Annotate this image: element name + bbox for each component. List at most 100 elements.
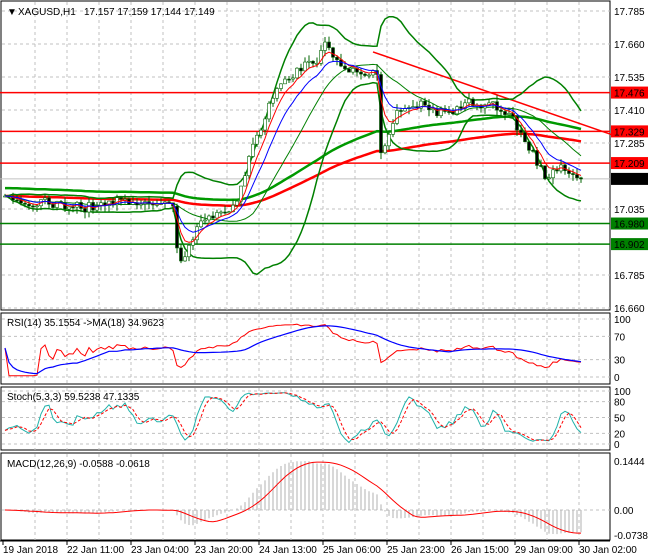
- candle-body: [235, 200, 239, 206]
- ma-long-red: [5, 132, 582, 207]
- candle-body: [263, 118, 267, 131]
- candle-body: [563, 164, 567, 171]
- price-panel: [0, 15, 614, 276]
- candle-body: [531, 150, 535, 152]
- ma-slow: [4, 60, 582, 233]
- rsi-tick-label: 70: [614, 332, 626, 343]
- candle-body: [535, 150, 539, 166]
- candle-body: [343, 65, 347, 70]
- candle-body: [579, 177, 583, 180]
- candle-body: [383, 145, 387, 154]
- candle-body: [295, 67, 299, 79]
- time-tick-label: 19 Jan 2018: [3, 545, 58, 556]
- candle-body: [187, 244, 191, 258]
- candle-body: [83, 208, 87, 213]
- candle-body: [123, 198, 127, 201]
- candle-body: [303, 61, 307, 72]
- price-panel-frame: [0, 0, 611, 311]
- candle-body: [183, 256, 187, 262]
- candle-body: [555, 169, 559, 172]
- price-level-tag-label: 17.209: [614, 159, 645, 170]
- candle-body: [459, 106, 463, 109]
- candle-body: [395, 110, 399, 124]
- macd-title: MACD(12,26,9) -0.0588 -0.0618: [7, 459, 150, 470]
- candle-body: [67, 206, 71, 210]
- rsi-tick-label: 100: [614, 315, 631, 326]
- candle-body: [523, 132, 527, 143]
- stoch-title: Stoch(5,3,3) 59.5238 47.1335: [7, 392, 140, 403]
- time-tick-label: 26 Jan 15:00: [451, 545, 509, 556]
- candle-body: [327, 41, 331, 49]
- trading-chart-window: 17.785 17.660 17.535 17.410 17.285 17.035 16.7…: [0, 0, 650, 560]
- price-tick-label: 16.785: [614, 271, 645, 282]
- candle-body: [247, 156, 251, 177]
- stoch-tick-label: 20: [614, 429, 626, 440]
- ohlc-readout: 17.157 17.159 17.144 17.149: [84, 7, 215, 18]
- candle-body: [547, 177, 551, 180]
- candle-body: [251, 143, 255, 157]
- time-tick-label: 25 Jan 23:00: [387, 545, 445, 556]
- candle-body: [23, 202, 27, 205]
- price-tick-label: 16.660: [614, 304, 645, 315]
- candle-body: [15, 199, 19, 202]
- price-level-tag-label: 16.980: [614, 220, 645, 231]
- price-level-tag-label: 17.476: [614, 89, 645, 100]
- stoch-tick-label: 50: [614, 414, 626, 425]
- candle-body: [219, 211, 223, 214]
- rsi-tick-label: 0: [614, 373, 620, 384]
- price-tick-label: 17.660: [614, 40, 645, 51]
- price-tick-label: 17.785: [614, 7, 645, 18]
- time-tick-label: 23 Jan 20:00: [195, 545, 253, 556]
- candle-body: [243, 175, 247, 187]
- candle-body: [271, 97, 275, 104]
- candle-body: [155, 204, 159, 206]
- candle-body: [367, 74, 371, 77]
- stoch-tick-label: 100: [614, 387, 631, 398]
- candle-body: [363, 73, 367, 76]
- candle-body: [119, 197, 123, 200]
- time-tick-label: 23 Jan 04:00: [131, 545, 189, 556]
- price-tick-label: 17.410: [614, 106, 645, 117]
- time-tick-label: 29 Jan 09:00: [515, 545, 573, 556]
- price-tick-label: 17.535: [614, 73, 645, 84]
- macd-tick-label: 0.00: [614, 506, 634, 517]
- candle-body: [331, 47, 335, 58]
- price-level-tag-label: 17.329: [614, 127, 645, 138]
- candle-body: [311, 60, 315, 64]
- candle-body: [299, 67, 303, 72]
- symbol-dropdown-icon[interactable]: ▼: [7, 7, 17, 18]
- candle-body: [291, 77, 295, 80]
- candle-body: [215, 212, 219, 219]
- candle-body: [199, 220, 203, 228]
- candle-body: [467, 98, 471, 104]
- candle-body: [223, 211, 227, 214]
- candle-body: [207, 215, 211, 221]
- candle-body: [139, 203, 143, 206]
- stoch-tick-label: 0: [614, 440, 620, 451]
- candle-body: [203, 219, 207, 222]
- rsi-panel: [4, 323, 582, 377]
- candle-body: [503, 111, 507, 115]
- price-level-tag-label: 16.902: [614, 240, 645, 251]
- candle-body: [571, 173, 575, 175]
- candle-body: [43, 197, 47, 200]
- rsi-tick-label: 30: [614, 356, 626, 367]
- candle-body: [279, 83, 283, 89]
- candle-body: [399, 110, 403, 112]
- rsi-title: RSI(14) 35.1554 ->MA(18) 34.9623: [7, 318, 164, 329]
- candle-body: [179, 247, 183, 262]
- candle-body: [551, 169, 555, 179]
- chart-canvas[interactable]: 17.785 17.660 17.535 17.410 17.285 17.035 16.7…: [0, 0, 650, 560]
- price-level-tag-label: 17.149: [614, 175, 645, 186]
- macd-tick-label: -0.0738: [614, 531, 648, 542]
- trendline: [372, 51, 614, 136]
- candle-body: [31, 205, 35, 208]
- candle-body: [35, 205, 39, 208]
- candle-body: [71, 206, 75, 209]
- candle-body: [347, 68, 351, 73]
- candle-body: [307, 60, 311, 63]
- candle-body: [539, 165, 543, 167]
- candle-body: [259, 129, 263, 136]
- price-tick-label: 17.035: [614, 205, 645, 216]
- price-tick-label: 17.285: [614, 139, 645, 150]
